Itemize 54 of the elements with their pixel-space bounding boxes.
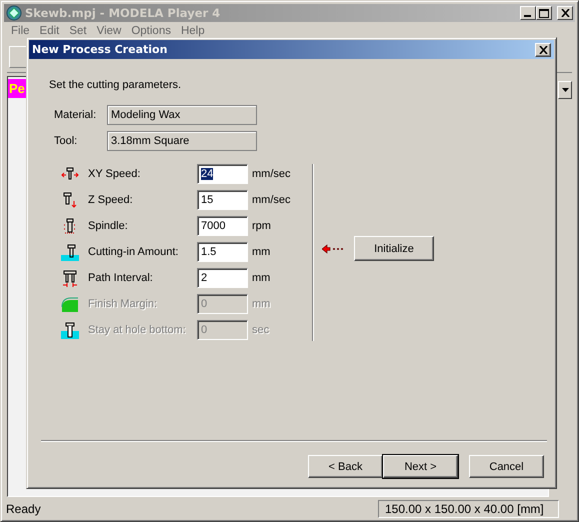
- parameter-label: XY Speed:: [88, 168, 142, 180]
- minimize-button[interactable]: [520, 6, 536, 20]
- dropdown-button[interactable]: [558, 81, 572, 99]
- menu-item[interactable]: Help: [176, 25, 210, 37]
- parameter-input[interactable]: 2: [197, 268, 248, 288]
- parameter-input[interactable]: 15: [197, 190, 248, 210]
- close-icon: [560, 9, 570, 17]
- caret-icon: [562, 88, 568, 92]
- parameter-label: Z Speed:: [88, 194, 134, 206]
- parameter-input[interactable]: 1.5: [197, 242, 248, 262]
- tool-depth-icon: [61, 243, 79, 261]
- info-label: Tool:: [54, 135, 78, 147]
- unit-label: mm: [252, 246, 272, 258]
- parameter-label: Spindle:: [88, 220, 129, 232]
- readonly-field: 3.18mm Square: [107, 131, 257, 151]
- unit-label: sec: [252, 324, 270, 336]
- parameter-input[interactable]: 7000: [197, 216, 248, 236]
- menu-item[interactable]: View: [92, 25, 126, 37]
- menu-item[interactable]: Set: [64, 25, 92, 37]
- left-arrow-icon: [322, 244, 346, 254]
- margin-curve-icon: [61, 295, 79, 313]
- parameter-label: Cutting-in Amount:: [88, 246, 180, 258]
- parameter-label: Finish Margin:: [88, 298, 158, 310]
- wizard-button[interactable]: Cancel: [469, 455, 544, 478]
- dimensions-text: 150.00 x 150.00 x 40.00 [mm]: [378, 500, 559, 518]
- close-icon: [538, 46, 548, 54]
- instruction-text: Set the cutting parameters.: [49, 79, 182, 91]
- tool-hole-icon: [61, 321, 79, 339]
- wizard-button[interactable]: Next >: [383, 455, 458, 478]
- close-button[interactable]: [557, 6, 573, 20]
- unit-label: mm: [252, 272, 272, 284]
- close-button[interactable]: [535, 42, 551, 56]
- unit-label: mm/sec: [252, 194, 292, 206]
- maximize-button[interactable]: [536, 6, 552, 20]
- info-label: Material:: [54, 109, 98, 121]
- status-text: Ready: [6, 502, 41, 516]
- app-icon: [6, 5, 22, 21]
- window-title: Skewb.mpj - MODELA Player 4: [25, 6, 222, 20]
- parameter-label: Path Interval:: [88, 272, 154, 284]
- tool-down-arrow-icon: [61, 191, 79, 209]
- parameter-label: Stay at hole bottom:: [88, 324, 187, 336]
- menu-item[interactable]: File: [6, 25, 35, 37]
- wizard-button[interactable]: < Back: [308, 455, 383, 478]
- menu-item[interactable]: Options: [126, 25, 176, 37]
- tool-interval-icon: [61, 269, 79, 287]
- readonly-field: Modeling Wax: [107, 105, 257, 125]
- parameter-input[interactable]: 24: [197, 164, 248, 184]
- unit-label: mm/sec: [252, 168, 292, 180]
- dialog-title: New Process Creation: [32, 43, 168, 56]
- menu-item[interactable]: Edit: [34, 25, 64, 37]
- maximize-icon: [539, 8, 549, 18]
- initialize-button[interactable]: Initialize: [354, 236, 434, 261]
- unit-label: rpm: [252, 220, 272, 232]
- unit-label: mm: [252, 298, 272, 310]
